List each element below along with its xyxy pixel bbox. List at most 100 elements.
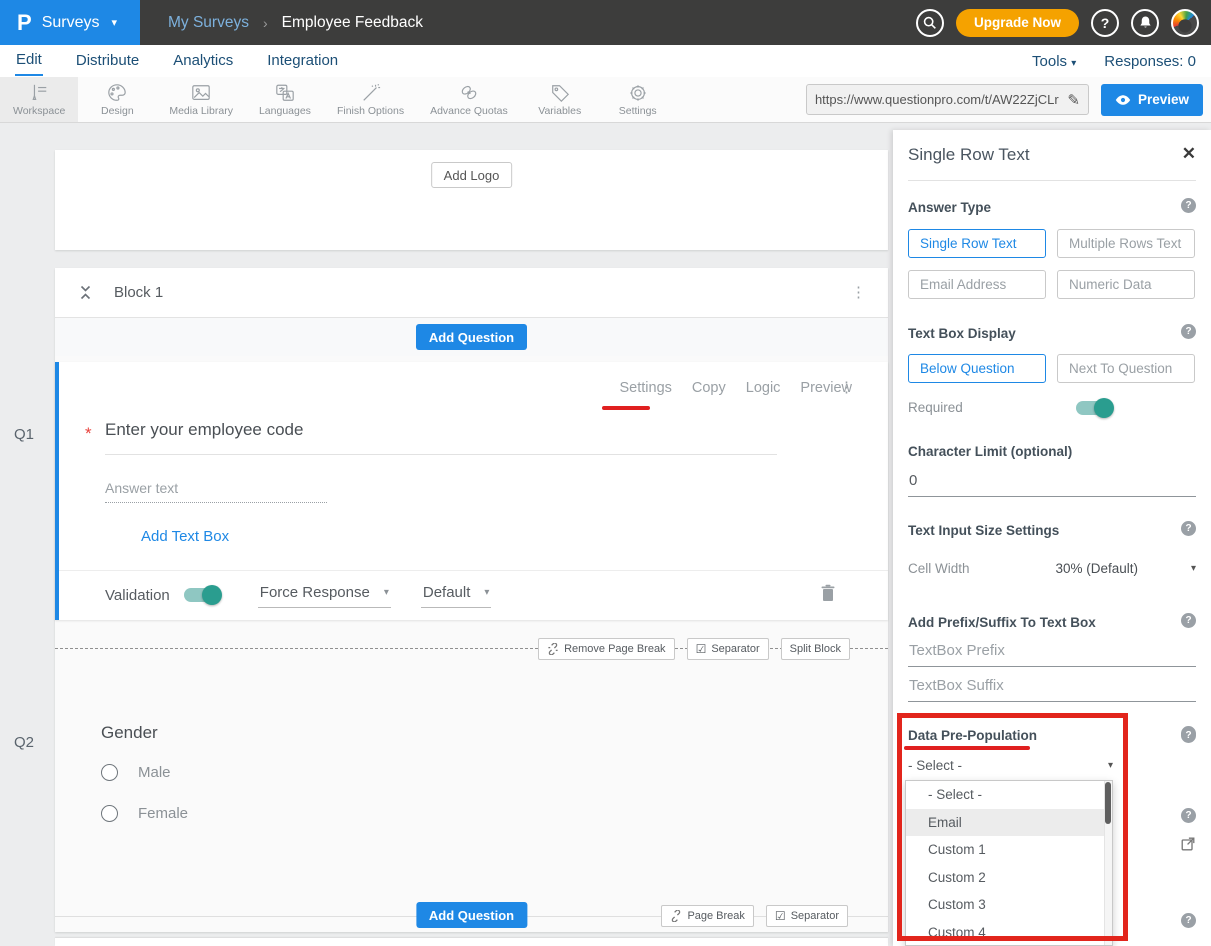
survey-header-card: Add Logo Feedback Q3 2020 [55,150,888,250]
separator-button-top[interactable]: ☑ Separator [687,638,769,660]
radio-label[interactable]: Male [138,764,171,781]
survey-link-input[interactable] [815,92,1067,107]
tab-analytics[interactable]: Analytics [172,48,234,75]
toolbar-item-design[interactable]: Design [78,77,156,122]
radio-button[interactable] [101,805,118,822]
chevron-down-icon: ▾ [484,587,489,598]
questionpro-logo-icon: P [17,12,32,34]
question-tab-copy[interactable]: Copy [692,380,726,396]
tools-menu[interactable]: Tools ▾ [1032,53,1076,70]
split-block-button[interactable]: Split Block [781,638,850,660]
upgrade-now-button[interactable]: Upgrade Now [956,9,1079,37]
toolbar-item-label: Finish Options [337,105,404,117]
chevron-down-icon: ▾ [1108,760,1113,771]
display-next-to-question[interactable]: Next To Question [1057,354,1195,383]
checkbox-icon: ☑ [696,642,707,656]
notifications-button[interactable] [1131,9,1159,37]
validation-toggle[interactable] [184,588,220,602]
question-settings-panel: Single Row Text ✕ Answer Type ? Single R… [893,130,1211,946]
toolbar-item-finish-options[interactable]: Finish Options [324,77,417,122]
tab-edit[interactable]: Edit [15,47,43,76]
dropdown-option-email[interactable]: Email [906,809,1112,837]
answer-type-multiple-rows[interactable]: Multiple Rows Text [1057,229,1195,258]
answer-type-single-row[interactable]: Single Row Text [908,229,1046,258]
toolbar-item-languages[interactable]: Languages [246,77,324,122]
block-menu-button[interactable]: ⋮ [851,285,866,300]
dropdown-scrollbar[interactable] [1104,781,1112,945]
help-icon[interactable]: ? [1181,913,1196,928]
toolbar-item-variables[interactable]: Variables [521,77,599,122]
radio-button[interactable] [101,764,118,781]
required-toggle[interactable] [1076,401,1112,415]
cell-width-value: 30% (Default) [1056,561,1139,576]
annotation-underline [904,746,1030,750]
toolbar-item-label: Languages [259,105,311,117]
chevron-down-icon[interactable]: ▾ [1191,563,1196,574]
chevron-down-icon: ▾ [1071,58,1076,69]
textbox-suffix-input[interactable] [908,675,1196,702]
breadcrumb-my-surveys[interactable]: My Surveys [168,14,249,32]
toolbar-item-advance-quotas[interactable]: Advance Quotas [417,77,521,122]
display-below-question[interactable]: Below Question [908,354,1046,383]
force-response-select[interactable]: Force Response ▾ [258,582,391,608]
add-logo-button[interactable]: Add Logo [431,162,513,188]
delete-question-button[interactable] [820,584,836,607]
character-limit-input[interactable] [908,470,1196,497]
answer-type-email[interactable]: Email Address [908,270,1046,299]
toolbar-item-settings[interactable]: Settings [599,77,677,122]
checkbox-icon: ☑ [775,909,786,923]
question-text-q1[interactable]: Enter your employee code [105,420,303,440]
toolbar-item-workspace[interactable]: Workspace [0,77,78,122]
dropdown-option-select[interactable]: - Select - [906,781,1112,809]
separator-button-bottom[interactable]: ☑ Separator [766,905,848,927]
text-box-display-section: Text Box Display ? [908,325,1196,343]
answer-type-numeric[interactable]: Numeric Data [1057,270,1195,299]
default-select[interactable]: Default ▾ [421,582,492,608]
help-button[interactable]: ? [1091,9,1119,37]
question-toolbar-q1: Settings Copy Logic Preview [619,380,852,396]
collapse-block-button[interactable] [79,283,92,302]
question-tab-logic[interactable]: Logic [746,380,781,396]
settings-icon [627,83,649,103]
dropdown-option-custom1[interactable]: Custom 1 [906,836,1112,864]
required-asterisk: * [85,424,92,444]
block-title[interactable]: Block 1 [114,284,163,301]
answer-text-placeholder[interactable]: Answer text [105,480,178,496]
question-menu-button[interactable]: ⋮ [839,380,854,395]
question-tab-settings[interactable]: Settings [619,380,671,396]
help-icon[interactable]: ? [1181,521,1196,536]
add-question-button-top[interactable]: Add Question [416,324,527,350]
product-switcher[interactable]: P Surveys ▾ [0,0,140,45]
tab-integration[interactable]: Integration [266,48,339,75]
close-icon[interactable]: ✕ [1182,144,1196,164]
chevron-down-icon: ▾ [384,587,389,598]
data-pre-population-select[interactable]: - Select - ▾ [908,758,1113,773]
account-avatar[interactable] [1171,9,1199,37]
search-button[interactable] [916,9,944,37]
tab-distribute[interactable]: Distribute [75,48,140,75]
edit-link-icon[interactable]: ✎ [1067,91,1080,109]
add-question-button-bottom[interactable]: Add Question [416,902,527,928]
bell-icon [1138,15,1153,30]
help-icon[interactable]: ? [1181,728,1196,743]
question-text-q2[interactable]: Gender [101,723,158,743]
add-text-box-link[interactable]: Add Text Box [141,528,229,545]
remove-page-break-button[interactable]: Remove Page Break [538,638,675,660]
dropdown-scrollbar-thumb[interactable] [1105,782,1111,824]
textbox-prefix-input[interactable] [908,640,1196,667]
external-link-button[interactable] [1180,836,1196,857]
responses-count[interactable]: Responses: 0 [1104,53,1196,70]
dropdown-option-custom3[interactable]: Custom 3 [906,891,1112,919]
toolbar-item-media-library[interactable]: Media Library [156,77,246,122]
help-icon[interactable]: ? [1181,324,1196,339]
preview-button[interactable]: Preview [1101,84,1203,116]
page-break-button[interactable]: Page Break [661,905,753,927]
help-icon[interactable]: ? [1181,613,1196,628]
dropdown-option-custom2[interactable]: Custom 2 [906,864,1112,892]
help-icon[interactable]: ? [1181,808,1196,823]
radio-label[interactable]: Female [138,805,188,822]
header-actions: Upgrade Now ? [916,9,1211,37]
help-icon[interactable]: ? [1181,198,1196,213]
toolbar-item-label: Variables [538,105,581,117]
dropdown-option-custom4[interactable]: Custom 4 [906,919,1112,946]
